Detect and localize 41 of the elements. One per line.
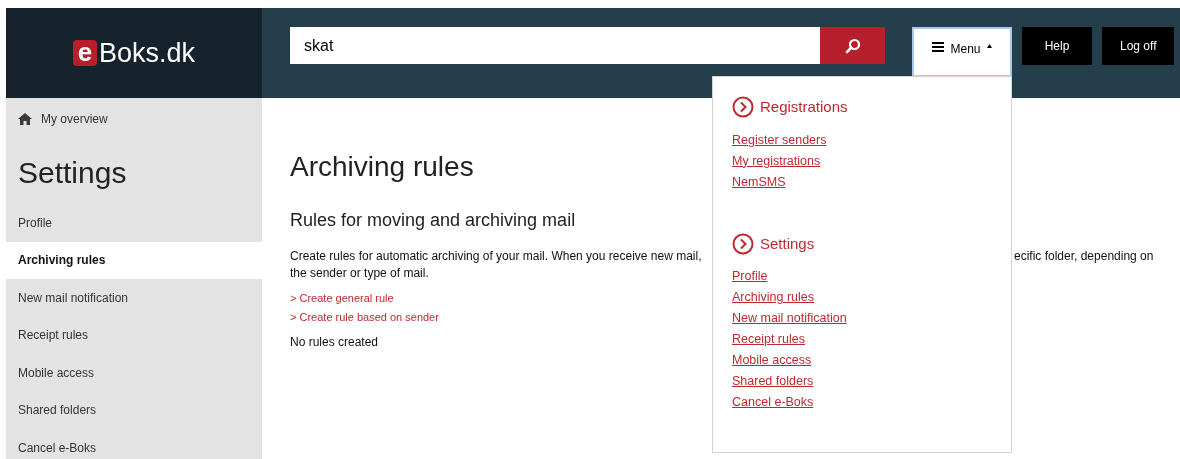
menu-link[interactable]: Receipt rules (732, 329, 805, 350)
header-button[interactable]: Help (1022, 27, 1092, 65)
sidebar-item[interactable]: Shared folders (6, 391, 262, 429)
empty-message: No rules created (290, 334, 379, 351)
menu-link[interactable]: My registrations (732, 150, 821, 172)
caret-icon (986, 44, 992, 48)
menu-link[interactable]: Shared folders (732, 371, 814, 392)
menu-section-heading: Registrations (760, 97, 848, 117)
action-link[interactable]: > Create general rule (290, 290, 394, 306)
section-heading: Rules for moving and archiving mail (290, 209, 576, 232)
menu-link[interactable]: Profile (732, 266, 768, 287)
home-link[interactable]: My overview (41, 110, 108, 128)
sidebar-item[interactable]: Cancel e-Boks (6, 429, 262, 459)
sidebar-item[interactable]: Profile (6, 204, 262, 242)
search-button[interactable] (820, 27, 885, 64)
menu-link[interactable]: Archiving rules (732, 287, 814, 308)
description-text: ecific folder, depending on (1014, 248, 1154, 265)
menu-icon (932, 42, 945, 52)
menu-section-heading: Settings (760, 233, 815, 254)
chevron-circle-icon (732, 96, 754, 119)
chevron-circle-icon (732, 232, 754, 255)
sidebar-item[interactable]: Archiving rules (6, 241, 262, 279)
search-field[interactable]: skat (290, 27, 820, 64)
menu-link[interactable]: NemSMS (732, 171, 786, 193)
home-icon (18, 113, 32, 125)
menu-link[interactable]: Cancel e-Boks (732, 392, 814, 413)
search-icon (844, 37, 861, 54)
action-link[interactable]: > Create rule based on sender (290, 309, 439, 325)
page-title: Archiving rules (290, 153, 474, 181)
sidebar-item[interactable]: New mail notification (6, 279, 262, 317)
sidebar-item[interactable]: Receipt rules (6, 316, 262, 354)
menu-link[interactable]: New mail notification (732, 308, 847, 329)
menu-link[interactable]: Register senders (732, 129, 827, 151)
sidebar-item[interactable]: Mobile access (6, 354, 262, 392)
header-button[interactable]: Log off (1102, 27, 1175, 65)
description-text: the sender or type of mail. (290, 265, 429, 282)
menu-link[interactable]: Mobile access (732, 350, 812, 371)
sidebar-title: Settings (17, 154, 128, 191)
logo[interactable]: e Boks.dk (72, 39, 195, 67)
description-text: Create rules for automatic archiving of your mail. When you receive new mail, (290, 248, 702, 265)
menu-button[interactable]: Menu (912, 27, 1012, 77)
